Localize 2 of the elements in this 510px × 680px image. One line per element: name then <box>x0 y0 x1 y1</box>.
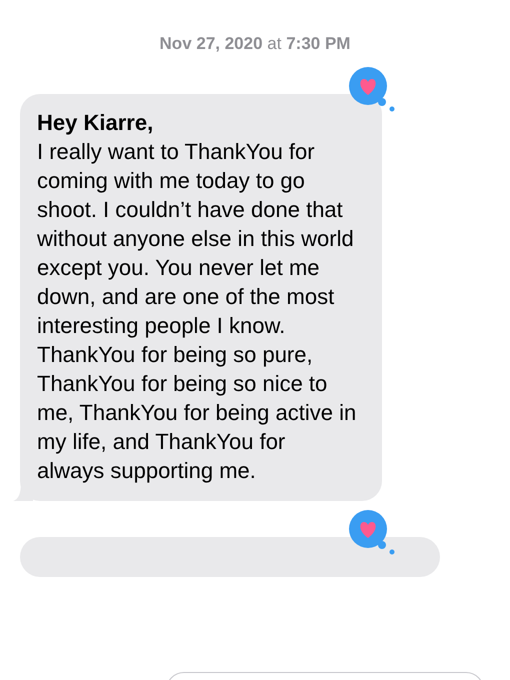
message-text: Hey Kiarre, I really want to ThankYou for coming with me today to go shoot. I couldn’t have done that without anyone else in this world except you. You never let me down, and are one of the most interesting people I know. ThankYou for being so pure, ThankYou for being so nice to me, ThankYou for being active in my life, and ThankYou for always supporting me. <box>37 109 358 485</box>
timestamp: Nov 27, 2020 at 7:30 PM <box>160 34 350 54</box>
